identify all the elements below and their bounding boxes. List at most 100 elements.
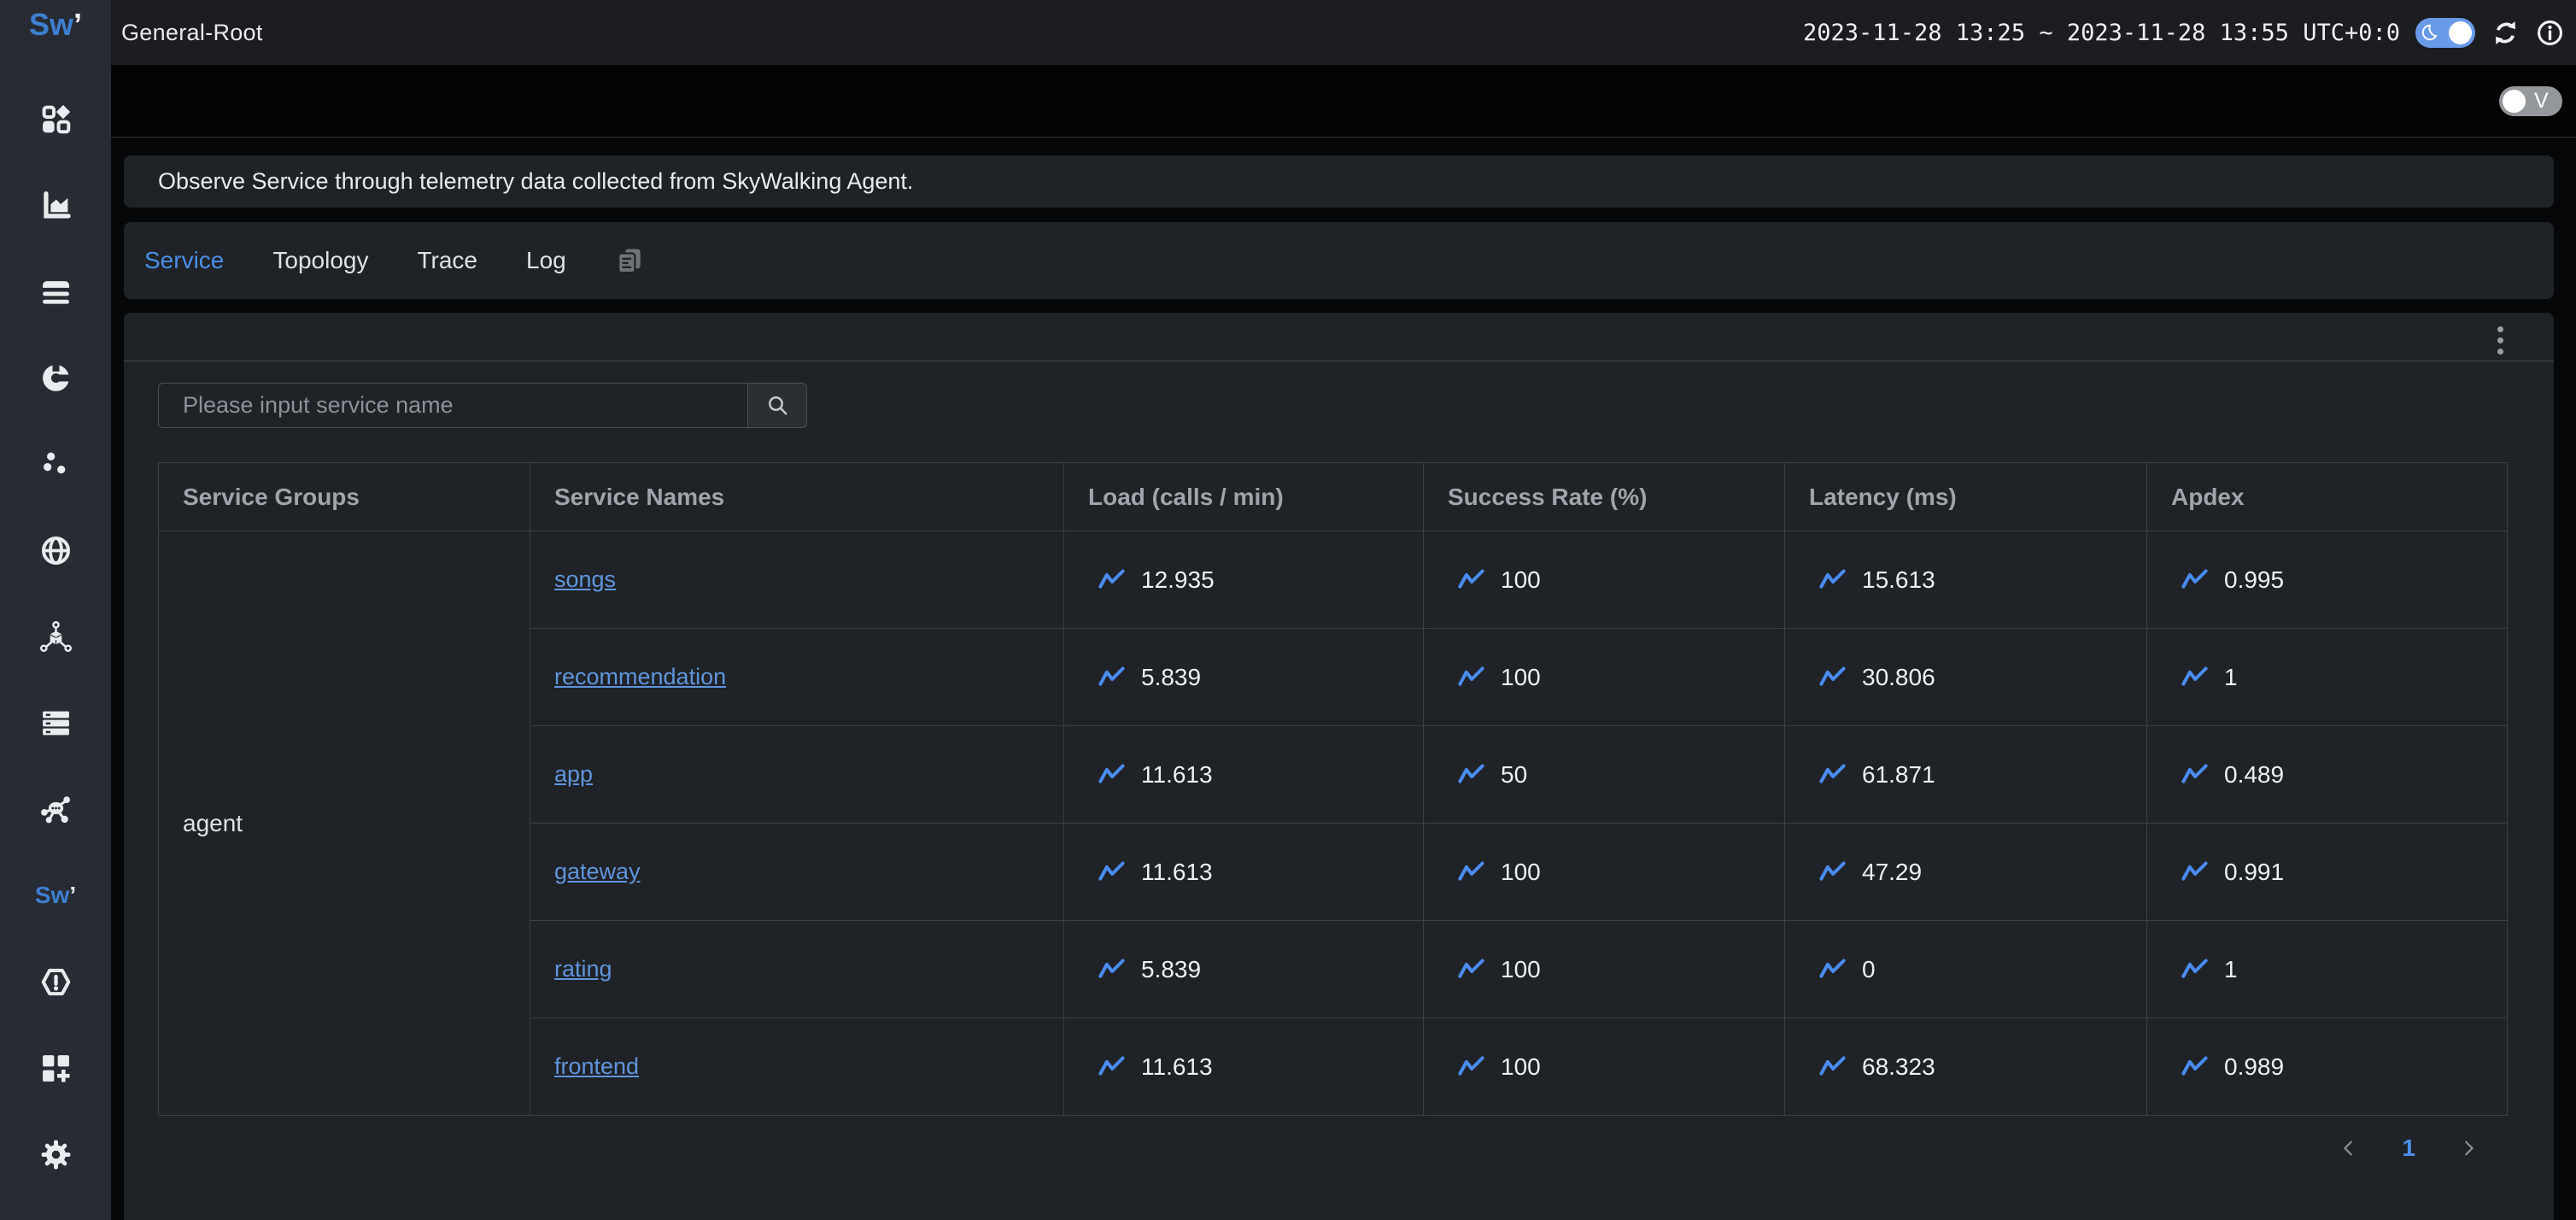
- trend-line-icon: [1819, 666, 1846, 688]
- sidebar-item-browser[interactable]: [37, 534, 74, 566]
- success-rate-value: 100: [1501, 566, 1541, 594]
- widget-header: [124, 313, 2554, 361]
- success-rate-value: 100: [1501, 956, 1541, 983]
- sidebar-item-general-service[interactable]: [37, 189, 74, 221]
- page-title: General-Root: [121, 20, 263, 46]
- load-value: 12.935: [1141, 566, 1215, 594]
- apdex-value: 1: [2224, 956, 2238, 983]
- sidebar-item-database[interactable]: [37, 707, 74, 739]
- latency-value: 68.323: [1862, 1053, 1935, 1081]
- widget-body: Service Groups Service Names Load (calls…: [124, 361, 2554, 1162]
- kebab-menu-button[interactable]: [2485, 323, 2515, 357]
- col-apdex: Apdex: [2147, 463, 2508, 531]
- trend-line-icon: [1458, 569, 1484, 590]
- refresh-icon: [2492, 20, 2519, 46]
- success-rate-value: 100: [1501, 664, 1541, 691]
- globe-icon: [40, 535, 72, 566]
- trend-line-icon: [1458, 959, 1484, 980]
- service-table: Service Groups Service Names Load (calls…: [158, 462, 2508, 1116]
- network-hub-icon: [40, 794, 72, 825]
- trend-line-icon: [1819, 764, 1846, 785]
- trend-line-icon: [1819, 569, 1846, 590]
- service-link-songs[interactable]: songs: [554, 566, 616, 592]
- load-value: 11.613: [1141, 761, 1213, 789]
- search-input[interactable]: [158, 383, 747, 428]
- service-link-rating[interactable]: rating: [554, 956, 612, 982]
- trend-line-icon: [1098, 764, 1125, 785]
- next-page-button[interactable]: [2456, 1135, 2481, 1161]
- dark-mode-toggle[interactable]: [2415, 18, 2475, 48]
- trend-line-icon: [2181, 1056, 2208, 1077]
- trend-line-icon: [1098, 1056, 1125, 1077]
- prev-page-button[interactable]: [2336, 1135, 2362, 1161]
- apdex-value: 1: [2224, 664, 2238, 691]
- current-page[interactable]: 1: [2402, 1135, 2415, 1162]
- tab-trace[interactable]: Trace: [417, 247, 477, 274]
- table-row: agent songs 12.935 100 15.613 0.995: [159, 531, 2508, 629]
- cube-network-icon: [40, 621, 72, 653]
- trend-line-icon: [1098, 959, 1125, 980]
- load-value: 11.613: [1141, 1053, 1213, 1081]
- scatter-icon: [40, 449, 72, 480]
- timezone: UTC+0:0: [2303, 20, 2400, 46]
- sidebar-item-new-dashboard[interactable]: [37, 1052, 74, 1084]
- service-link-app[interactable]: app: [554, 761, 593, 787]
- time-range[interactable]: 2023-11-28 13:25 ~ 2023-11-28 13:55 UTC+…: [1803, 20, 2400, 46]
- sidebar-item-self-observability[interactable]: Sw’: [37, 879, 74, 912]
- sidebar-item-service-mesh[interactable]: [37, 275, 74, 308]
- col-service-names: Service Names: [530, 463, 1064, 531]
- skywalking-logo[interactable]: Sw’: [29, 7, 82, 43]
- trend-line-icon: [1458, 861, 1484, 883]
- service-search: [158, 383, 2507, 428]
- trend-line-icon: [2181, 666, 2208, 688]
- trend-line-icon: [1819, 1056, 1846, 1077]
- tab-topology[interactable]: Topology: [272, 247, 368, 274]
- table-header-row: Service Groups Service Names Load (calls…: [159, 463, 2508, 531]
- sidebar-item-alerting[interactable]: [37, 965, 74, 998]
- service-group-label: agent: [159, 531, 530, 1116]
- service-link-recommendation[interactable]: recommendation: [554, 664, 726, 689]
- chevron-left-icon: [2339, 1139, 2358, 1158]
- load-value: 11.613: [1141, 859, 1213, 886]
- latency-value: 0: [1862, 956, 1876, 983]
- info-icon: [2537, 20, 2563, 46]
- sidebar: Sw’: [0, 0, 111, 1220]
- service-link-frontend[interactable]: frontend: [554, 1053, 639, 1079]
- kebab-menu-icon: [2497, 326, 2503, 332]
- info-button[interactable]: [2535, 18, 2564, 47]
- apdex-value: 0.995: [2224, 566, 2284, 594]
- sidebar-item-dashboards[interactable]: [37, 103, 74, 135]
- toggle-knob: [2503, 90, 2526, 113]
- tab-log[interactable]: Log: [526, 247, 566, 274]
- trend-line-icon: [1458, 764, 1484, 785]
- gear-icon: [40, 1139, 72, 1170]
- banner-text: Observe Service through telemetry data c…: [158, 168, 913, 195]
- layers-icon: [40, 276, 72, 308]
- moon-icon: [2419, 23, 2438, 43]
- server-list-icon: [40, 707, 72, 739]
- sidebar-item-infrastructure[interactable]: [37, 620, 74, 653]
- trend-line-icon: [1458, 666, 1484, 688]
- alert-hexagon-icon: [40, 966, 72, 998]
- refresh-button[interactable]: [2491, 18, 2520, 47]
- col-latency: Latency (ms): [1785, 463, 2147, 531]
- tab-service[interactable]: Service: [144, 247, 224, 274]
- service-list-widget: Service Groups Service Names Load (calls…: [124, 313, 2554, 1220]
- latency-value: 15.613: [1862, 566, 1935, 594]
- load-value: 5.839: [1141, 956, 1201, 983]
- latency-value: 61.871: [1862, 761, 1935, 789]
- col-service-groups: Service Groups: [159, 463, 530, 531]
- bar-chart-icon: [40, 190, 72, 221]
- trend-line-icon: [1098, 666, 1125, 688]
- trend-line-icon: [2181, 861, 2208, 883]
- sidebar-item-kubernetes[interactable]: [37, 448, 74, 480]
- sidebar-item-functions[interactable]: [37, 361, 74, 394]
- service-link-gateway[interactable]: gateway: [554, 859, 641, 884]
- documents-icon[interactable]: [615, 246, 644, 275]
- sidebar-item-gateway[interactable]: [37, 793, 74, 825]
- trend-line-icon: [2181, 959, 2208, 980]
- view-edit-toggle[interactable]: V: [2499, 86, 2562, 116]
- search-button[interactable]: [747, 383, 807, 428]
- sidebar-item-settings[interactable]: [37, 1138, 74, 1170]
- success-rate-value: 50: [1501, 761, 1527, 789]
